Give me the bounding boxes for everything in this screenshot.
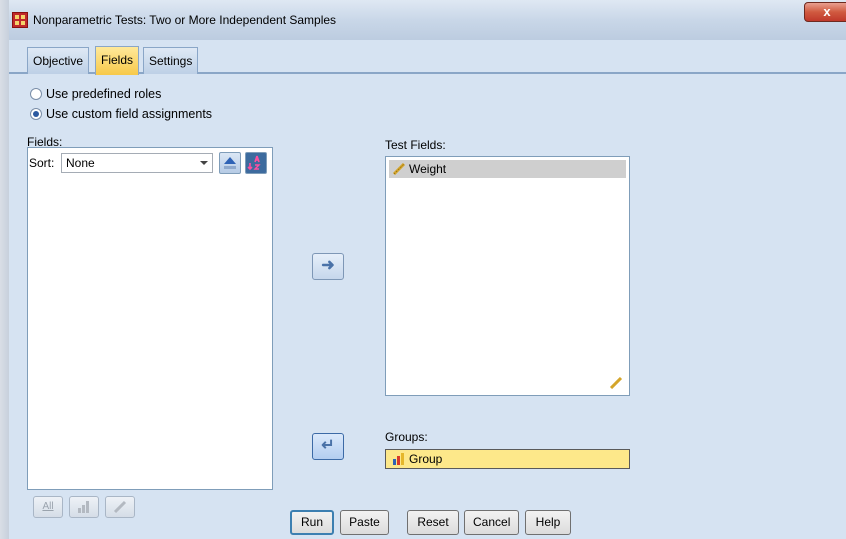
sort-dropdown[interactable]: None xyxy=(61,153,213,173)
tab-strip: Objective Fields Settings xyxy=(9,46,846,75)
cancel-button[interactable]: Cancel xyxy=(464,510,519,535)
groups-value-item[interactable]: Group xyxy=(389,450,442,468)
close-button[interactable]: x xyxy=(804,2,846,22)
list-item[interactable]: Weight xyxy=(389,160,626,178)
tab-fields[interactable]: Fields xyxy=(95,46,140,75)
sort-up-icon xyxy=(224,157,236,169)
scale-measure-icon xyxy=(392,163,406,175)
fields-list[interactable] xyxy=(27,147,273,490)
window-title: Nonparametric Tests: Two or More Indepen… xyxy=(33,13,337,27)
spss-icon xyxy=(12,12,28,28)
test-fields-list[interactable]: Weight xyxy=(385,156,630,396)
test-fields-heading-text: Test Fields: xyxy=(385,138,446,152)
chevron-down-icon xyxy=(200,161,208,165)
groups-field[interactable]: Group xyxy=(385,449,630,469)
tab-objective[interactable]: Objective xyxy=(27,47,90,74)
groups-heading: Groups: xyxy=(385,430,428,444)
filter-ordinal-button[interactable] xyxy=(69,496,99,518)
sort-label: Sort: xyxy=(29,156,55,170)
arrow-right-icon: ➜ xyxy=(321,257,335,274)
tab-settings[interactable]: Settings xyxy=(143,47,199,74)
paste-button[interactable]: Paste xyxy=(340,510,389,535)
sort-alphabetic-button[interactable] xyxy=(245,152,267,174)
sort-ascending-button[interactable] xyxy=(219,152,241,174)
arrow-left-icon: ↵ xyxy=(321,437,335,454)
move-to-groups-button[interactable]: ↵ xyxy=(312,433,344,460)
radio-predefined-label: Use predefined roles xyxy=(46,87,162,101)
filter-scale-button[interactable] xyxy=(105,496,135,518)
close-icon: x xyxy=(823,4,831,19)
help-button[interactable]: Help xyxy=(525,510,571,535)
title-bar[interactable]: Nonparametric Tests: Two or More Indepen… xyxy=(9,0,846,40)
radio-button-selected[interactable] xyxy=(30,108,42,120)
field-filter-toolbar: All xyxy=(27,490,273,524)
radio-predefined-roles[interactable]: Use predefined roles xyxy=(30,86,161,102)
filter-all-button[interactable]: All xyxy=(33,496,63,518)
nominal-bar-icon xyxy=(393,453,404,465)
reset-button[interactable]: Reset xyxy=(407,510,459,535)
sort-row: Sort: None xyxy=(27,151,273,175)
list-item-label: Weight xyxy=(409,162,447,176)
move-to-test-fields-button[interactable]: ➜ xyxy=(312,253,344,280)
radio-button[interactable] xyxy=(30,88,42,100)
scale-measure-icon xyxy=(609,377,623,389)
groups-heading-text: Groups: xyxy=(385,430,428,444)
dialog-body: Objective Fields Settings Use predefined… xyxy=(9,40,846,539)
test-fields-heading: Test Fields: xyxy=(385,138,446,152)
run-button[interactable]: Run xyxy=(290,510,334,535)
groups-value: Group xyxy=(409,452,443,466)
dialog-window: Nonparametric Tests: Two or More Indepen… xyxy=(0,0,846,539)
filter-all-label: All xyxy=(42,501,54,512)
sort-alpha-icon xyxy=(247,155,261,171)
ordinal-bar-icon xyxy=(78,501,89,513)
pencil-icon xyxy=(113,500,127,514)
radio-custom-assignments[interactable]: Use custom field assignments xyxy=(30,106,212,122)
sort-value: None xyxy=(66,156,95,170)
window-left-edge xyxy=(0,0,9,539)
radio-custom-label: Use custom field assignments xyxy=(46,107,213,121)
